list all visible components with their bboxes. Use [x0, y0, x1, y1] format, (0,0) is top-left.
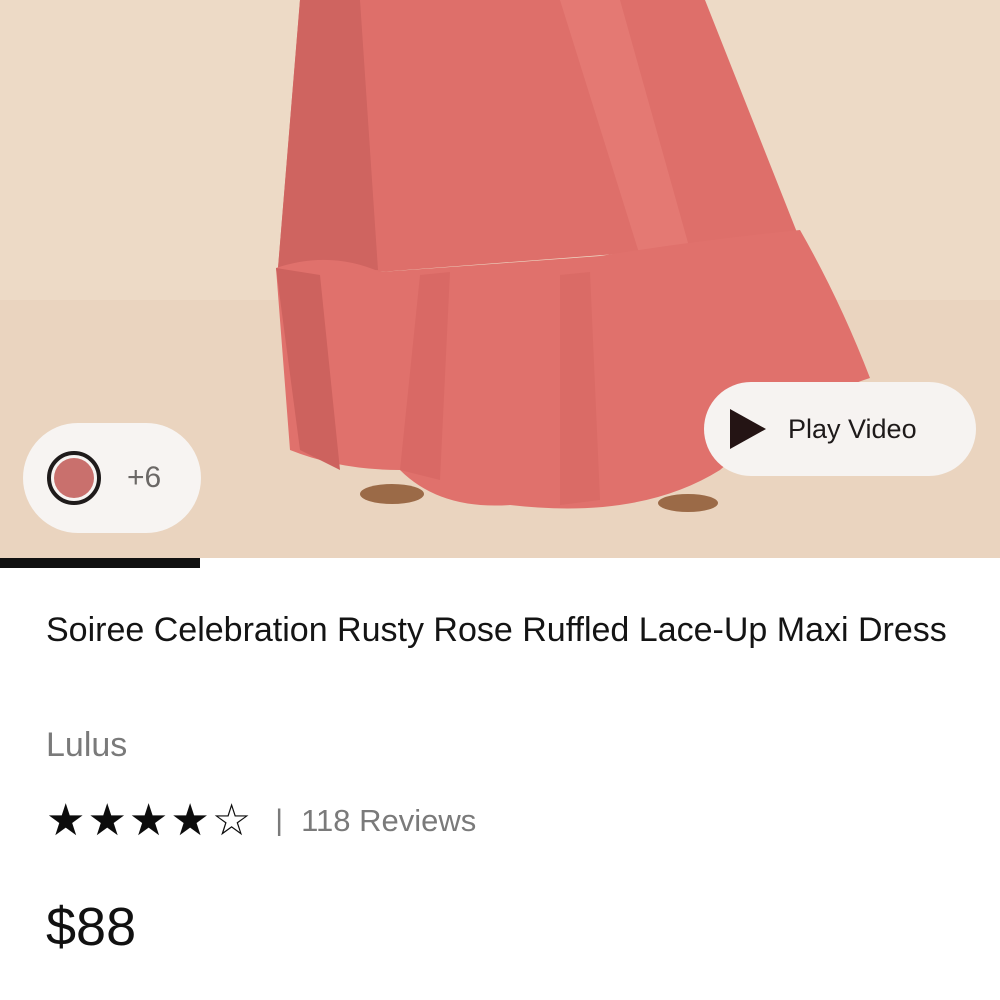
star-rating: ★★★★☆	[46, 799, 253, 843]
product-brand[interactable]: Lulus	[46, 726, 127, 765]
product-price: $88	[46, 897, 137, 957]
star-filled-icon: ★	[46, 795, 86, 846]
reviews-link[interactable]: 118 Reviews	[301, 803, 476, 839]
rating-divider: |	[275, 804, 284, 837]
selected-color-swatch[interactable]	[47, 451, 101, 505]
play-video-button[interactable]: Play Video	[704, 382, 976, 476]
play-icon	[730, 409, 766, 449]
gallery-progress-fill	[0, 558, 200, 568]
star-filled-icon: ★	[128, 795, 169, 846]
star-filled-icon: ★	[170, 795, 210, 846]
star-filled-icon: ★	[87, 795, 127, 846]
product-image[interactable]: +6 Play Video	[0, 0, 1000, 558]
gallery-progress-bar	[0, 558, 1000, 568]
rating-row[interactable]: ★★★★☆ | 118 Reviews	[46, 795, 476, 847]
star-empty-icon: ☆	[211, 795, 252, 846]
product-title: Soiree Celebration Rusty Rose Ruffled La…	[46, 611, 947, 649]
swatch-color-fill	[54, 458, 94, 498]
color-swatch-selector[interactable]: +6	[23, 423, 201, 533]
play-video-label: Play Video	[788, 413, 917, 444]
more-colors-count[interactable]: +6	[127, 461, 161, 495]
